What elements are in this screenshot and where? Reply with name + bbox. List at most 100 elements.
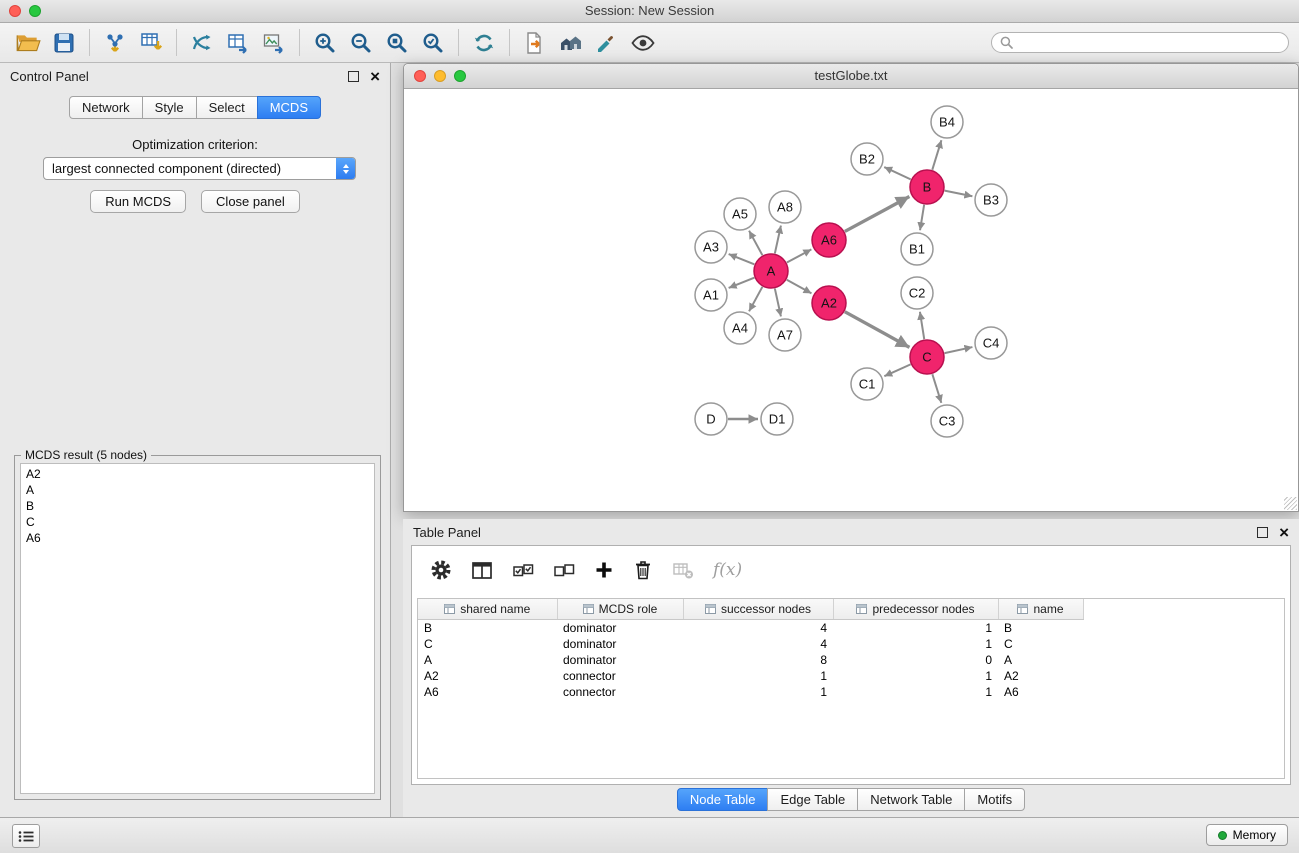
tab-style[interactable]: Style xyxy=(142,96,197,119)
cell[interactable]: A xyxy=(418,652,557,668)
node-C4[interactable]: C4 xyxy=(975,327,1007,359)
save-session-icon[interactable] xyxy=(46,26,82,60)
show-graphics-details-icon[interactable] xyxy=(625,26,661,60)
node-A8[interactable]: A8 xyxy=(769,191,801,223)
table-settings-icon[interactable] xyxy=(430,559,452,581)
node-A2[interactable]: A2 xyxy=(812,286,846,320)
export-network-icon[interactable] xyxy=(517,26,553,60)
criterion-dropdown[interactable]: largest connected component (directed) xyxy=(43,157,356,180)
node-C[interactable]: C xyxy=(910,340,944,374)
node-A4[interactable]: A4 xyxy=(724,312,756,344)
edge-A-A4[interactable] xyxy=(749,287,762,311)
new-network-icon[interactable] xyxy=(184,26,220,60)
cell[interactable]: connector xyxy=(557,668,683,684)
run-mcds-button[interactable]: Run MCDS xyxy=(90,190,186,213)
export-image-icon[interactable] xyxy=(256,26,292,60)
node-A5[interactable]: A5 xyxy=(724,198,756,230)
node-table-scroll[interactable]: shared nameMCDS rolesuccessor nodesprede… xyxy=(417,598,1285,779)
edge-A-A3[interactable] xyxy=(729,254,755,264)
edge-A-A7[interactable] xyxy=(775,289,781,317)
deselect-all-rows-icon[interactable] xyxy=(553,560,575,580)
edge-C-C3[interactable] xyxy=(932,374,941,403)
search-input[interactable] xyxy=(1018,35,1280,51)
cell[interactable]: A6 xyxy=(998,684,1083,700)
cell[interactable]: A2 xyxy=(418,668,557,684)
refresh-view-icon[interactable] xyxy=(466,26,502,60)
network-overview-icon[interactable] xyxy=(553,26,589,60)
cell[interactable]: dominator xyxy=(557,636,683,652)
zoom-in-icon[interactable] xyxy=(307,26,343,60)
cell[interactable]: 1 xyxy=(833,636,998,652)
column-header-MCDS-role[interactable]: MCDS role xyxy=(557,599,683,620)
cell[interactable]: B xyxy=(418,620,557,637)
minimize-network-window-icon[interactable] xyxy=(434,70,446,82)
edge-C-C1[interactable] xyxy=(884,364,910,376)
resize-grip[interactable] xyxy=(1284,497,1297,510)
dropdown-stepper-icon[interactable] xyxy=(336,158,355,179)
result-item[interactable]: A xyxy=(26,482,369,498)
show-panels-button[interactable] xyxy=(12,824,40,848)
float-table-panel-icon[interactable] xyxy=(1257,527,1268,538)
node-A6[interactable]: A6 xyxy=(812,223,846,257)
column-header-successor-nodes[interactable]: successor nodes xyxy=(683,599,833,620)
add-row-icon[interactable] xyxy=(594,560,614,580)
memory-button[interactable]: Memory xyxy=(1206,824,1288,846)
cell[interactable]: A2 xyxy=(998,668,1083,684)
cell[interactable]: 4 xyxy=(683,620,833,637)
edge-C-C4[interactable] xyxy=(945,347,973,353)
column-header-predecessor-nodes[interactable]: predecessor nodes xyxy=(833,599,998,620)
node-D[interactable]: D xyxy=(695,403,727,435)
cell[interactable]: 8 xyxy=(683,652,833,668)
cell[interactable]: C xyxy=(998,636,1083,652)
zoom-selected-icon[interactable] xyxy=(415,26,451,60)
cell[interactable]: dominator xyxy=(557,652,683,668)
cell[interactable]: 0 xyxy=(833,652,998,668)
cell[interactable]: 1 xyxy=(833,668,998,684)
column-header-name[interactable]: name xyxy=(998,599,1083,620)
float-panel-icon[interactable] xyxy=(348,71,359,82)
show-columns-icon[interactable] xyxy=(471,560,493,581)
zoom-network-window-icon[interactable] xyxy=(454,70,466,82)
close-panel-icon[interactable]: × xyxy=(370,68,380,85)
table-row[interactable]: Cdominator41C xyxy=(418,636,1083,652)
cell[interactable]: A xyxy=(998,652,1083,668)
cell[interactable]: 1 xyxy=(683,668,833,684)
open-session-icon[interactable] xyxy=(10,26,46,60)
tab-motifs[interactable]: Motifs xyxy=(964,788,1025,811)
edge-B-B3[interactable] xyxy=(945,191,973,197)
zoom-out-icon[interactable] xyxy=(343,26,379,60)
node-C2[interactable]: C2 xyxy=(901,277,933,309)
table-row[interactable]: A2connector11A2 xyxy=(418,668,1083,684)
node-A7[interactable]: A7 xyxy=(769,319,801,351)
import-network-icon[interactable] xyxy=(97,26,133,60)
node-C1[interactable]: C1 xyxy=(851,368,883,400)
cell[interactable]: dominator xyxy=(557,620,683,637)
tab-select[interactable]: Select xyxy=(196,96,258,119)
result-item[interactable]: B xyxy=(26,498,369,514)
node-A[interactable]: A xyxy=(754,254,788,288)
edge-A-A6[interactable] xyxy=(787,249,811,262)
tab-node-table[interactable]: Node Table xyxy=(677,788,769,811)
tab-mcds[interactable]: MCDS xyxy=(257,96,321,119)
table-row[interactable]: Adominator80A xyxy=(418,652,1083,668)
close-table-panel-icon[interactable]: × xyxy=(1279,524,1289,541)
close-panel-button[interactable]: Close panel xyxy=(201,190,300,213)
network-canvas[interactable]: AA2A6BCA1A3A4A5A7A8B1B2B3B4C1C2C3C4DD1 xyxy=(405,89,1297,510)
column-header-shared-name[interactable]: shared name xyxy=(418,599,557,620)
cell[interactable]: 1 xyxy=(833,620,998,637)
cell[interactable]: connector xyxy=(557,684,683,700)
apply-style-icon[interactable] xyxy=(589,26,625,60)
edge-B-B4[interactable] xyxy=(932,140,941,170)
close-window-icon[interactable] xyxy=(9,5,21,17)
cell[interactable]: 4 xyxy=(683,636,833,652)
cell[interactable]: 1 xyxy=(833,684,998,700)
result-item[interactable]: C xyxy=(26,514,369,530)
node-B3[interactable]: B3 xyxy=(975,184,1007,216)
tab-edge-table[interactable]: Edge Table xyxy=(767,788,858,811)
edge-B-B1[interactable] xyxy=(920,205,924,230)
edge-C-C2[interactable] xyxy=(920,312,924,339)
cell[interactable]: A6 xyxy=(418,684,557,700)
node-B2[interactable]: B2 xyxy=(851,143,883,175)
result-item[interactable]: A2 xyxy=(26,466,369,482)
node-A1[interactable]: A1 xyxy=(695,279,727,311)
